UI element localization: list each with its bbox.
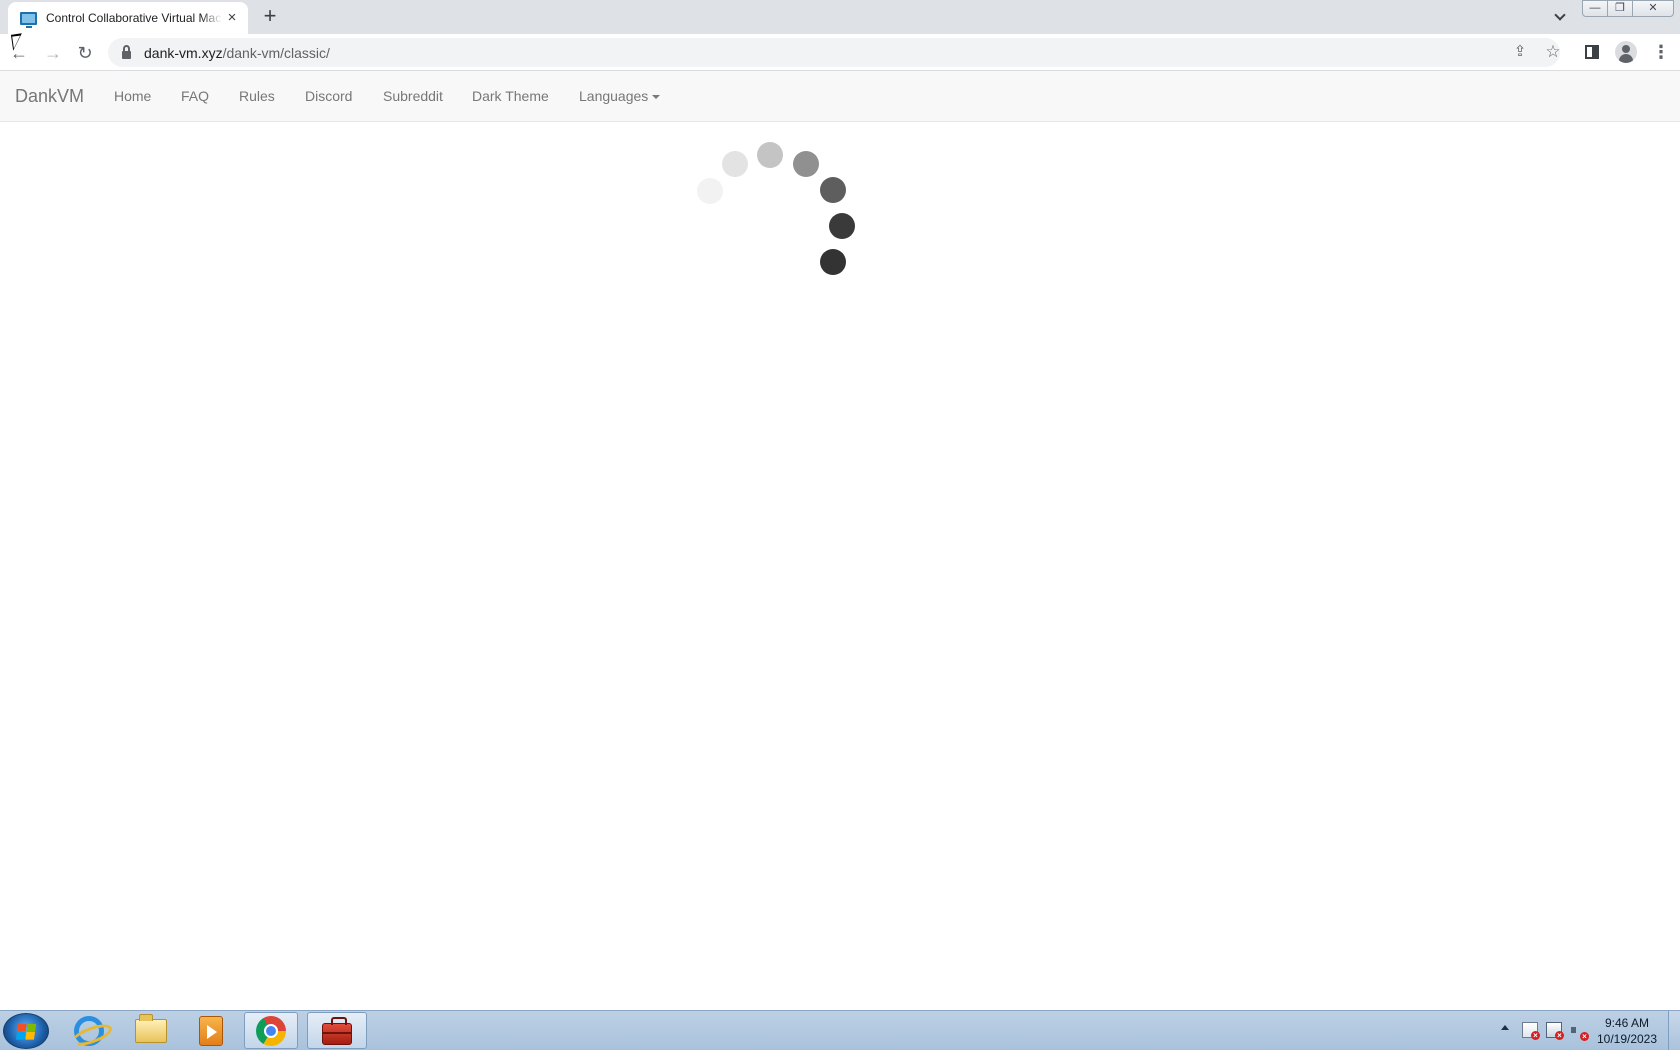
show-hidden-icons-arrow-icon[interactable] <box>1501 1025 1509 1030</box>
address-bar[interactable]: dank-vm.xyz/dank-vm/classic/ <box>108 38 1560 67</box>
error-badge-icon: × <box>1531 1031 1540 1040</box>
nav-home[interactable]: Home <box>114 88 151 104</box>
folder-icon <box>135 1013 167 1043</box>
profile-avatar-icon[interactable] <box>1615 41 1637 63</box>
reload-icon[interactable]: ↻ <box>72 40 98 66</box>
start-button[interactable] <box>3 1013 49 1049</box>
windows-taskbar: 9:46 AM 10/19/2023 <box>0 1010 1680 1050</box>
nav-subreddit[interactable]: Subreddit <box>383 88 443 104</box>
tab-search-chevron-icon[interactable] <box>1548 6 1572 28</box>
tab-close-icon[interactable]: × <box>224 10 240 26</box>
network-icon[interactable]: × <box>1546 1022 1564 1040</box>
mouse-cursor-icon <box>10 33 25 51</box>
taskbar-google-chrome[interactable] <box>244 1012 298 1049</box>
browser-menu-icon[interactable]: ⋮ <box>1652 42 1670 62</box>
site-brand[interactable]: DankVM <box>15 86 84 107</box>
taskbar-media-player[interactable] <box>184 1012 238 1049</box>
new-tab-button[interactable]: + <box>258 4 282 28</box>
error-badge-icon: × <box>1555 1031 1564 1040</box>
browser-tab-strip: Control Collaborative Virtual Machines ×… <box>0 0 1680 34</box>
spinner-dot <box>829 213 855 239</box>
taskbar-internet-explorer[interactable] <box>62 1012 116 1049</box>
tab-title: Control Collaborative Virtual Machines <box>46 11 222 25</box>
spinner-dot <box>820 249 846 275</box>
site-navbar: DankVM Home FAQ Rules Discord Subreddit … <box>0 71 1680 122</box>
minimize-button[interactable]: — <box>1582 0 1608 17</box>
error-badge-icon: × <box>1580 1032 1589 1041</box>
url-text[interactable]: dank-vm.xyz/dank-vm/classic/ <box>144 45 330 61</box>
maximize-button[interactable]: ❐ <box>1607 0 1633 17</box>
internet-explorer-icon <box>74 1015 104 1046</box>
action-center-flag-icon[interactable]: × <box>1522 1022 1540 1040</box>
taskbar-toolbox-app[interactable] <box>307 1012 367 1049</box>
lock-icon[interactable] <box>122 44 131 59</box>
spinner-dot <box>722 151 748 177</box>
share-icon[interactable]: ⇪ <box>1510 42 1530 62</box>
nav-dark-theme[interactable]: Dark Theme <box>472 88 549 104</box>
browser-toolbar: ← → ↻ dank-vm.xyz/dank-vm/classic/ ⇪ ☆ <box>0 34 1680 71</box>
forward-arrow-icon[interactable]: → <box>40 40 66 66</box>
media-player-icon <box>199 1015 223 1046</box>
taskbar-clock[interactable]: 9:46 AM 10/19/2023 <box>1590 1015 1664 1047</box>
spinner-dot <box>697 178 723 204</box>
toolbox-icon <box>322 1016 352 1045</box>
side-panel-icon[interactable] <box>1585 45 1599 59</box>
bookmark-star-icon[interactable]: ☆ <box>1543 42 1563 62</box>
close-window-button[interactable]: ✕ <box>1632 0 1674 17</box>
url-domain: dank-vm.xyz <box>144 44 223 61</box>
clock-date: 10/19/2023 <box>1596 1032 1658 1046</box>
caret-down-icon <box>652 95 661 100</box>
nav-languages-dropdown[interactable]: Languages <box>579 88 661 104</box>
nav-discord[interactable]: Discord <box>305 88 352 104</box>
monitor-icon <box>20 11 37 28</box>
taskbar-windows-explorer[interactable] <box>124 1012 178 1049</box>
spinner-dot <box>757 142 783 168</box>
chrome-icon <box>256 1015 286 1046</box>
show-desktop-button[interactable] <box>1668 1011 1680 1050</box>
nav-faq[interactable]: FAQ <box>181 88 209 104</box>
spinner-dot <box>793 151 819 177</box>
url-path: /dank-vm/classic/ <box>222 44 330 61</box>
nav-languages-label: Languages <box>579 88 649 104</box>
nav-rules[interactable]: Rules <box>239 88 275 104</box>
clock-time: 9:46 AM <box>1604 1016 1650 1030</box>
volume-muted-icon[interactable]: × <box>1570 1022 1589 1041</box>
browser-tab[interactable]: Control Collaborative Virtual Machines × <box>8 2 248 34</box>
spinner-dot <box>820 177 846 203</box>
